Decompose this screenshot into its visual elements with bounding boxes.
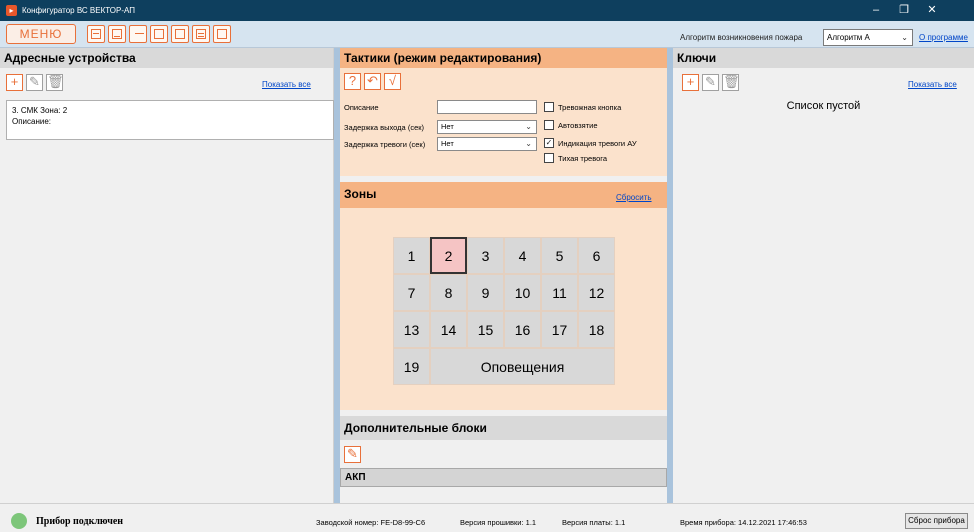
- zone-cell[interactable]: 10: [504, 274, 541, 311]
- list-item[interactable]: АКП: [340, 468, 667, 487]
- zone-cell[interactable]: 3: [467, 237, 504, 274]
- checkbox-label: Тихая тревога: [558, 153, 608, 163]
- import-icon[interactable]: [150, 25, 168, 43]
- zone-cell[interactable]: 6: [578, 237, 615, 274]
- zone-cell[interactable]: 11: [541, 274, 578, 311]
- status-bar: Прибор подключен Заводской номер: FE-D8-…: [0, 503, 974, 532]
- menu-button[interactable]: МЕНЮ: [6, 24, 76, 44]
- apply-button[interactable]: √: [384, 73, 401, 90]
- zone-cell[interactable]: 13: [393, 311, 430, 348]
- device-name: 3. СМК Зона: 2: [12, 106, 68, 115]
- checkbox-auto-arm[interactable]: Автовзятие: [544, 120, 598, 130]
- zone-cell[interactable]: 8: [430, 274, 467, 311]
- keys-panel: Ключи + ✎ 🗑 Показать все Список пустой: [673, 48, 974, 503]
- address-devices-panel: Адресные устройства + ✎ 🗑 Показать все 3…: [0, 48, 334, 503]
- notifications-cell[interactable]: Оповещения: [430, 348, 615, 385]
- clock-icon[interactable]: [171, 25, 189, 43]
- extra-blocks-title: Дополнительные блоки: [340, 416, 667, 440]
- extra-blocks-panel: Дополнительные блоки ✎ АКП: [340, 416, 667, 503]
- empty-list-text: Список пустой: [786, 100, 861, 112]
- checkbox-icon: [544, 153, 554, 163]
- close-button[interactable]: ✕: [918, 0, 946, 21]
- minimize-button[interactable]: –: [862, 0, 890, 21]
- checkbox-silent-alarm[interactable]: Тихая тревога: [544, 153, 607, 163]
- zone-cell[interactable]: 19: [393, 348, 430, 385]
- address-devices-title: Адресные устройства: [0, 48, 333, 68]
- zone-cell[interactable]: 18: [578, 311, 615, 348]
- add-icon[interactable]: +: [682, 74, 699, 91]
- title-bar: ▸ Конфигуратор ВС ВЕКТОР-АП – ❐ ✕: [0, 0, 974, 21]
- info-icon[interactable]: [213, 25, 231, 43]
- checkbox-label: Тревожная кнопка: [558, 102, 622, 112]
- log-icon[interactable]: [192, 25, 210, 43]
- edit-icon[interactable]: ✎: [26, 74, 43, 91]
- connection-status: Прибор подключен: [36, 516, 124, 527]
- description-input[interactable]: [437, 100, 537, 114]
- zone-cell[interactable]: 16: [504, 311, 541, 348]
- read-device-icon[interactable]: [87, 25, 105, 43]
- app-icon: ▸: [6, 5, 17, 16]
- undo-button[interactable]: ↶: [364, 73, 381, 90]
- zone-cell-selected[interactable]: 2: [430, 237, 467, 274]
- chevron-down-icon: ⌄: [525, 139, 532, 148]
- edit-icon[interactable]: ✎: [344, 446, 361, 463]
- algorithm-value: Алгоритм А: [827, 33, 870, 42]
- zone-cell[interactable]: 14: [430, 311, 467, 348]
- check-icon: ✓: [544, 138, 554, 148]
- zone-cell[interactable]: 17: [541, 311, 578, 348]
- about-link[interactable]: О программе: [919, 33, 968, 42]
- list-item[interactable]: 3. СМК Зона: 2 Описание:: [6, 100, 334, 140]
- checkbox-label: Автовзятие: [558, 120, 598, 130]
- maximize-button[interactable]: ❐: [890, 0, 918, 21]
- serial-number: Заводской номер: FE-D8-99-C6: [316, 518, 426, 527]
- status-ok-icon: [11, 513, 27, 529]
- zone-cell[interactable]: 15: [467, 311, 504, 348]
- zone-cell[interactable]: 4: [504, 237, 541, 274]
- keys-title: Ключи: [673, 48, 974, 68]
- device-time: Время прибора: 14.12.2021 17:46:53: [680, 518, 807, 527]
- tactics-panel: Тактики (режим редактирования) ? ↶ √ Опи…: [340, 48, 667, 176]
- tactics-title: Тактики (режим редактирования): [340, 48, 667, 68]
- algorithm-label: Алгоритм возникновения пожара: [680, 33, 803, 42]
- exit-delay-label: Задержка выхода (сек): [344, 123, 425, 132]
- zones-panel: Зоны Сбросить 1 2 3 4 5 6 7 8 9 10 11 12…: [340, 182, 667, 410]
- checkbox-panic-button[interactable]: Тревожная кнопка: [544, 102, 621, 112]
- firmware-version: Версия прошивки: 1.1: [460, 518, 537, 527]
- window-title: Конфигуратор ВС ВЕКТОР-АП: [22, 6, 135, 15]
- alarm-delay-select[interactable]: Нет ⌄: [437, 137, 537, 151]
- checkbox-icon: [544, 120, 554, 130]
- description-label: Описание: [344, 103, 379, 112]
- edit-icon[interactable]: ✎: [702, 74, 719, 91]
- checkbox-icon: [544, 102, 554, 112]
- zone-cell[interactable]: 1: [393, 237, 430, 274]
- chevron-down-icon: ⌄: [901, 33, 908, 42]
- help-button[interactable]: ?: [344, 73, 361, 90]
- zone-cell[interactable]: 9: [467, 274, 504, 311]
- write-device-icon[interactable]: [108, 25, 126, 43]
- chevron-down-icon: ⌄: [525, 122, 532, 131]
- alarm-delay-value: Нет: [441, 139, 454, 148]
- device-description: Описание:: [12, 117, 52, 126]
- show-all-keys-link[interactable]: Показать все: [908, 80, 957, 89]
- exit-delay-value: Нет: [441, 122, 454, 131]
- reset-zones-link[interactable]: Сбросить: [616, 193, 652, 202]
- show-all-devices-link[interactable]: Показать все: [262, 80, 311, 89]
- zone-cell[interactable]: 12: [578, 274, 615, 311]
- reset-device-button[interactable]: Сброс прибора: [905, 513, 968, 529]
- algorithm-select[interactable]: Алгоритм А ⌄: [823, 29, 913, 46]
- checkbox-alarm-indication[interactable]: ✓ Индикация тревоги АУ: [544, 138, 637, 148]
- checkbox-label: Индикация тревоги АУ: [558, 138, 637, 148]
- add-icon[interactable]: +: [6, 74, 23, 91]
- board-version: Версия платы: 1.1: [562, 518, 626, 527]
- zone-cell[interactable]: 5: [541, 237, 578, 274]
- export-icon[interactable]: [129, 25, 147, 43]
- exit-delay-select[interactable]: Нет ⌄: [437, 120, 537, 134]
- delete-icon[interactable]: 🗑: [46, 74, 64, 91]
- zone-grid: 1 2 3 4 5 6 7 8 9 10 11 12 13 14 15 16 1…: [393, 237, 615, 385]
- delete-icon[interactable]: 🗑: [722, 74, 740, 91]
- alarm-delay-label: Задержка тревоги (сек): [344, 140, 426, 149]
- zone-cell[interactable]: 7: [393, 274, 430, 311]
